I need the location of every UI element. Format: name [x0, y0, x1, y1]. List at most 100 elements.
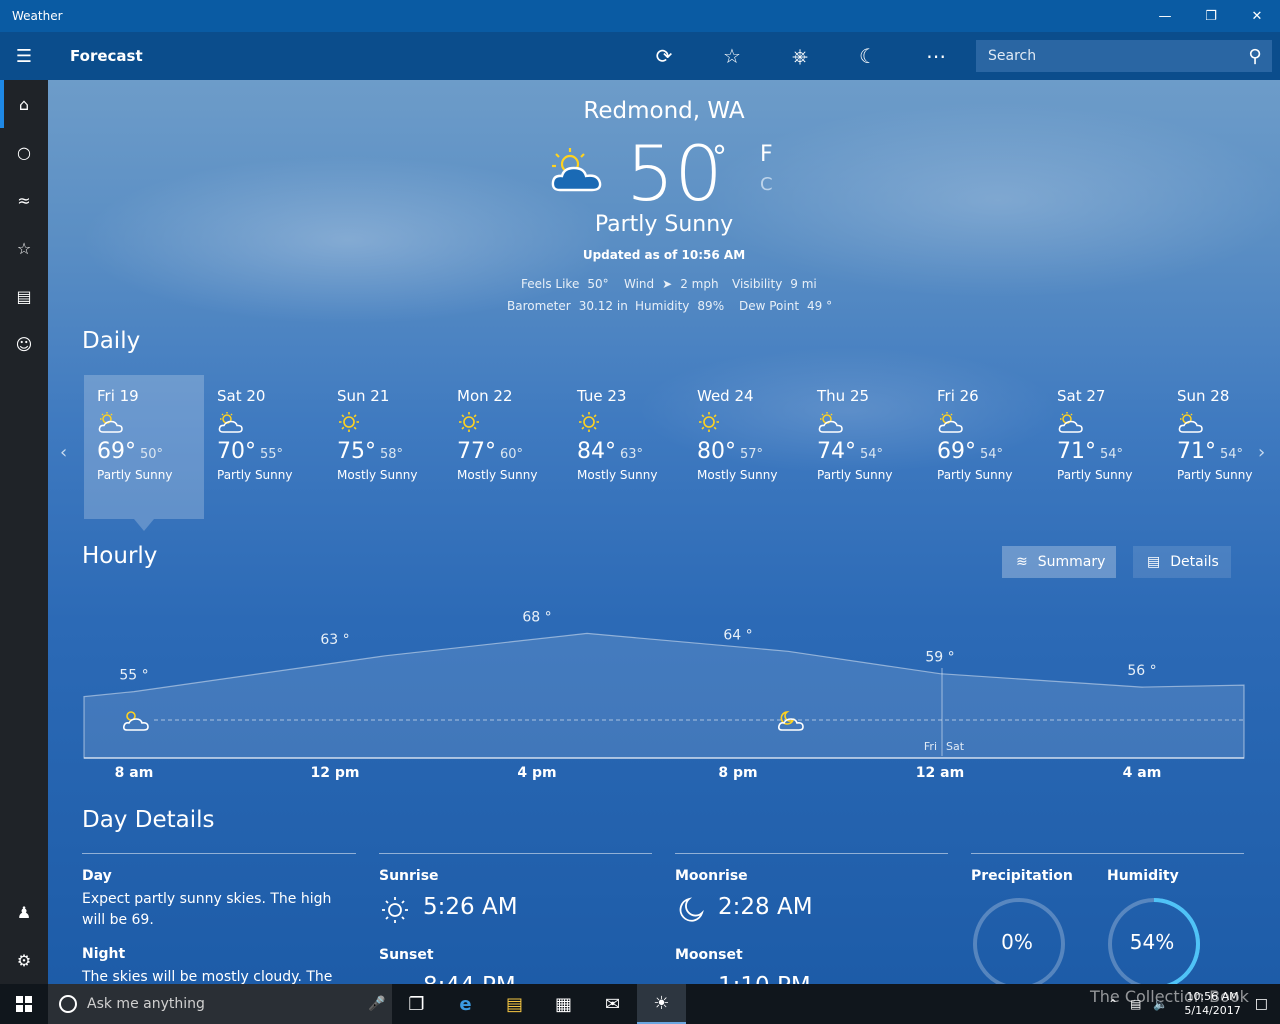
day-low: 57°: [740, 447, 764, 462]
nav-news-icon[interactable]: ▤: [0, 272, 48, 320]
hourly-time-label: 12 pm: [310, 765, 360, 781]
close-button[interactable]: ✕: [1234, 0, 1280, 32]
store-icon[interactable]: ▦: [539, 984, 588, 1024]
humidity-value: 89%: [697, 299, 725, 313]
day-name: Fri 26: [937, 387, 979, 405]
day-condition: Partly Sunny: [817, 468, 893, 482]
mail-icon[interactable]: ✉: [588, 984, 637, 1024]
day-condition: Mostly Sunny: [457, 468, 538, 482]
day-label-sat: Sat: [946, 740, 965, 753]
nav-home-icon[interactable]: ⌂: [0, 80, 48, 128]
day-high: 69°: [937, 439, 976, 464]
volume-icon[interactable]: 🔈: [1153, 997, 1168, 1011]
refresh-icon[interactable]: ⟳: [630, 32, 698, 80]
day-temps: 71° 54°: [1057, 439, 1164, 464]
barometer-value: 30.12 in: [578, 299, 628, 313]
sunny-icon: [459, 412, 479, 432]
day-low: 54°: [1100, 447, 1124, 462]
task-view-icon[interactable]: ❐: [392, 984, 441, 1024]
clock-date: 5/14/2017: [1184, 1004, 1241, 1017]
divider: [971, 853, 1244, 854]
search-input[interactable]: [976, 40, 1238, 72]
clock[interactable]: 10:56 AM 5/14/2017: [1184, 990, 1240, 1018]
unit-celsius[interactable]: C: [760, 174, 773, 195]
visibility-value: 9 mi: [790, 277, 817, 291]
nav-account-icon[interactable]: ♟: [0, 888, 48, 936]
nav-settings-gear-icon[interactable]: ⚙: [0, 936, 48, 984]
weather-app-icon[interactable]: ☀: [637, 984, 686, 1024]
dark-mode-moon-icon[interactable]: ☾: [834, 32, 902, 80]
sunny-icon: [699, 412, 719, 432]
title-bar: Weather — ❐ ✕: [0, 0, 1280, 32]
feels-like-metric: Feels Like 50°: [521, 277, 609, 291]
edge-browser-icon[interactable]: e: [441, 984, 490, 1024]
pin-icon[interactable]: ⎈: [766, 32, 834, 80]
day-label-fri: Fri: [924, 740, 937, 753]
minimize-button[interactable]: —: [1142, 0, 1188, 32]
cortana-search-box[interactable]: 🎤: [48, 984, 392, 1024]
daily-card-fri-19[interactable]: Fri 19 69° 50° Partly Sunny: [84, 375, 204, 531]
daily-card-thu-25[interactable]: Thu 25 74° 54° Partly Sunny: [804, 375, 924, 519]
daily-card-sun-28[interactable]: Sun 28 71° 54° Partly Sunny: [1164, 375, 1280, 519]
action-center-icon[interactable]: □: [1255, 996, 1268, 1012]
summary-label: Summary: [1037, 554, 1106, 570]
day-low: 55°: [260, 447, 284, 462]
day-temps: 74° 54°: [817, 439, 924, 464]
system-tray: ⌃ ▤ 🔈 10:56 AM 5/14/2017 □: [1102, 984, 1280, 1024]
visibility-label: Visibility: [732, 277, 783, 291]
details-button[interactable]: ▤ Details: [1133, 546, 1231, 578]
start-windows-icon[interactable]: [0, 984, 48, 1024]
precipitation-value: 0%: [1001, 930, 1033, 954]
daily-card-fri-26[interactable]: Fri 26 69° 54° Partly Sunny: [924, 375, 1044, 519]
hourly-time-label: 8 pm: [718, 765, 758, 781]
clock-time: 10:56 AM: [1186, 990, 1239, 1003]
day-name: Sat 27: [1057, 387, 1106, 405]
network-icon[interactable]: ▤: [1130, 997, 1141, 1011]
day-condition: Mostly Sunny: [697, 468, 778, 482]
day-high: 84°: [577, 439, 616, 464]
daily-scroll-left-icon[interactable]: ‹: [60, 442, 67, 463]
nav-historical-chart-icon[interactable]: ≈: [0, 176, 48, 224]
divider: [82, 853, 356, 854]
nav-maps-radar-icon[interactable]: ○: [0, 128, 48, 176]
left-navigation: ⌂ ○ ≈ ☆ ▤ ☺ ♟ ⚙: [0, 80, 48, 984]
hourly-temp-label: 59 °: [925, 650, 954, 666]
hamburger-menu-icon[interactable]: ☰: [0, 32, 48, 80]
search-box[interactable]: ⚲: [976, 40, 1272, 72]
partly-sunny-icon: [218, 412, 243, 433]
hourly-temp-label: 63 °: [320, 632, 349, 648]
tray-expand-icon[interactable]: ⌃: [1108, 997, 1118, 1011]
day-condition: Partly Sunny: [937, 468, 1013, 482]
barometer-label: Barometer: [507, 299, 571, 313]
daily-card-wed-24[interactable]: Wed 24 80° 57° Mostly Sunny: [684, 375, 804, 519]
more-options-icon[interactable]: ⋯: [902, 32, 970, 80]
hourly-temperature-chart[interactable]: 55 ° 63 ° 68 ° 64 ° 59 ° 56 ° Fri Sat: [48, 580, 1280, 790]
day-description: Expect partly sunny skies. The high will…: [82, 891, 332, 928]
sunset-time: 8:44 PM: [423, 973, 516, 984]
day-high: 71°: [1177, 439, 1216, 464]
search-icon[interactable]: ⚲: [1238, 46, 1272, 67]
daily-card-sun-21[interactable]: Sun 21 75° 58° Mostly Sunny: [324, 375, 444, 519]
daily-card-sat-20[interactable]: Sat 20 70° 55° Partly Sunny: [204, 375, 324, 519]
details-label: Details: [1170, 554, 1219, 570]
nav-places-star-icon[interactable]: ☆: [0, 224, 48, 272]
day-name: Fri 19: [97, 387, 139, 405]
daily-card-tue-23[interactable]: Tue 23 84° 63° Mostly Sunny: [564, 375, 684, 519]
restore-button[interactable]: ❐: [1188, 0, 1234, 32]
sunny-icon: [579, 412, 599, 432]
wind-label: Wind: [624, 277, 655, 291]
hourly-area: [83, 632, 1245, 759]
moonrise-label: Moonrise: [675, 868, 748, 884]
summary-button[interactable]: ≋ Summary: [1002, 546, 1116, 578]
microphone-icon[interactable]: 🎤: [362, 996, 392, 1012]
favorite-star-icon[interactable]: ☆: [698, 32, 766, 80]
cortana-input[interactable]: [87, 996, 362, 1012]
daily-card-mon-22[interactable]: Mon 22 77° 60° Mostly Sunny: [444, 375, 564, 519]
day-label: Day: [82, 868, 112, 884]
unit-fahrenheit[interactable]: F: [760, 142, 773, 167]
daily-card-sat-27[interactable]: Sat 27 71° 54° Partly Sunny: [1044, 375, 1164, 519]
file-explorer-icon[interactable]: ▤: [490, 984, 539, 1024]
hourly-temp-label: 68 °: [522, 609, 551, 625]
day-high: 71°: [1057, 439, 1096, 464]
nav-feedback-smiley-icon[interactable]: ☺: [0, 320, 48, 368]
